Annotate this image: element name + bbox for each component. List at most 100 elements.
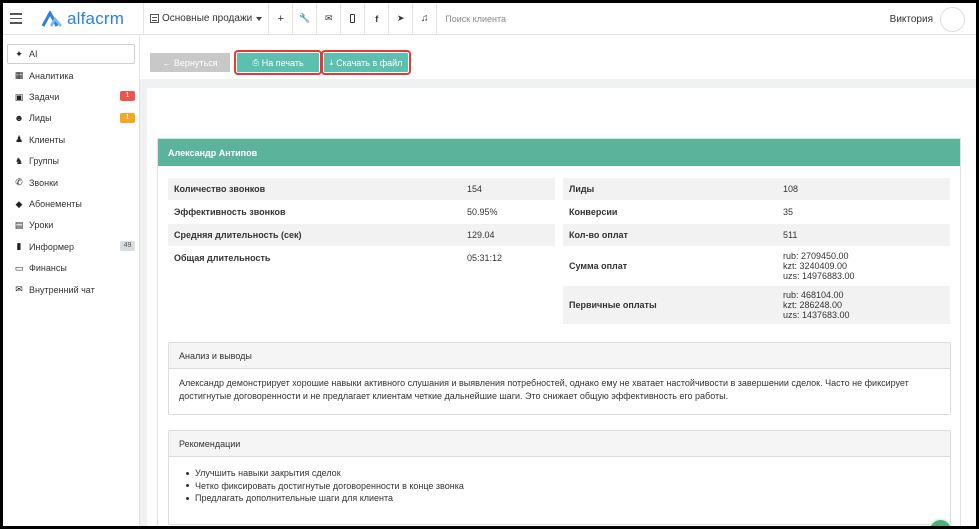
add-icon[interactable]: +	[268, 3, 292, 35]
sidebar-item-label: AI	[29, 49, 38, 59]
sparkle-icon: ✦	[15, 48, 23, 59]
clients-icon: ♟	[14, 134, 24, 145]
panel-title: Рекомендации	[169, 431, 950, 457]
table-row: Количество звонков 154	[168, 178, 555, 201]
stat-value: 108	[783, 184, 799, 194]
stat-label: Кол-во оплат	[569, 230, 628, 240]
stat-label: Конверсии	[569, 207, 618, 217]
stat-value: 129.04	[467, 230, 495, 240]
stat-label: Количество звонков	[174, 184, 266, 194]
currency-line: uzs: 1437683.00	[783, 310, 850, 320]
currency-line: rub: 2709450.00	[783, 251, 849, 261]
tasks-icon: ▣	[14, 91, 24, 102]
table-row: Средняя длительность (сек) 129.04	[168, 224, 555, 247]
stat-label: Общая длительность	[174, 253, 271, 263]
calendar-icon: ▤	[14, 219, 24, 230]
groups-icon: ♞	[14, 155, 24, 166]
employee-report-card: Александр Антипов Количество звонков 154…	[157, 138, 961, 526]
left-gutter	[140, 88, 147, 526]
branch-label: Основные продажи	[162, 13, 253, 24]
tasks-badge: 1	[120, 91, 135, 102]
sidebar-item-label: Уроки	[29, 220, 54, 231]
table-row: Общая длительность 05:31:12	[168, 247, 555, 270]
stat-value: 50.95%	[467, 207, 498, 217]
logo-text: alfacrm	[67, 8, 125, 28]
sidebar-item-label: Задачи	[29, 92, 60, 103]
facebook-icon[interactable]: f	[364, 3, 388, 35]
print-button[interactable]: ⎙ На печать	[234, 50, 322, 75]
stat-value: 511	[783, 230, 798, 240]
table-row: Лиды 108	[563, 178, 950, 201]
sidebar-item-label: Звонки	[29, 177, 59, 188]
stat-label: Эффективность звонков	[174, 207, 286, 217]
download-button[interactable]: ⤓ Скачать в файл	[321, 50, 411, 75]
list-item: Четко фиксировать достигнутые договоренн…	[186, 480, 940, 493]
analysis-panel: Анализ и выводы Александр демонстрирует …	[168, 342, 951, 415]
stat-label: Средняя длительность (сек)	[174, 230, 302, 240]
stat-label: Первичные оплаты	[569, 300, 657, 310]
user-name: Виктория	[889, 13, 933, 25]
search-input[interactable]	[436, 3, 737, 34]
logo-icon	[41, 10, 62, 27]
telegram-icon[interactable]: ➤	[388, 3, 412, 35]
currency-line: kzt: 286248.00	[783, 300, 843, 310]
sidebar-item-label: Информер	[29, 241, 75, 252]
printer-icon: ⎙	[252, 57, 259, 67]
sidebar-item-label: Группы	[29, 156, 59, 167]
stat-value: 35	[783, 207, 794, 217]
informer-icon: ▮	[16, 241, 22, 252]
sidebar-item-finance[interactable]: ▭ Финансы	[3, 258, 139, 279]
analytics-icon: ▦	[14, 70, 24, 81]
mail-icon[interactable]: ✉	[316, 3, 340, 35]
sidebar-item-ai[interactable]: ✦ AI	[7, 44, 135, 64]
sidebar-item-label: Лиды	[29, 113, 52, 124]
list-item: Предлагать дополнительные шаги для клиен…	[186, 492, 940, 505]
sidebar-item-label: Внутренний чат	[29, 284, 95, 295]
sidebar: ✦ AI ▦ Аналитика ▣ Задачи 1 ☻ Лиды 1 ♟ К…	[3, 35, 140, 526]
sidebar-item-internal-chat[interactable]: ✉ Внутренний чат	[3, 279, 139, 300]
stat-value: 05:31:12	[467, 253, 503, 263]
divider-bar	[140, 79, 976, 88]
bell-icon[interactable]: ♫	[412, 3, 436, 35]
analysis-text: Александр демонстрирует хорошие навыки а…	[179, 378, 909, 401]
download-icon: ⤓	[329, 57, 334, 67]
logo[interactable]: alfacrm	[41, 9, 129, 29]
card-title: Александр Антипов	[158, 139, 960, 166]
sidebar-item-label: Финансы	[29, 263, 67, 274]
sidebar-item-leads[interactable]: ☻ Лиды 1	[3, 108, 139, 129]
mobile-icon[interactable]	[340, 3, 364, 35]
panel-title: Анализ и выводы	[169, 343, 950, 369]
user-menu[interactable]: Виктория	[890, 3, 976, 35]
currency-line: kzt: 3240409.00	[783, 261, 848, 271]
stat-value: 154	[467, 184, 483, 194]
informer-badge: 49	[120, 241, 135, 252]
call-stats: Количество звонков 154 Эффективность зво…	[168, 178, 555, 270]
sidebar-item-clients[interactable]: ♟ Клиенты	[3, 129, 139, 150]
sidebar-item-analytics[interactable]: ▦ Аналитика	[3, 65, 139, 86]
sidebar-item-informer[interactable]: ▮ Информер 49	[3, 236, 139, 257]
stat-value: rub: 468104.00 kzt: 286248.00 uzs: 14376…	[777, 286, 950, 324]
wrench-icon[interactable]: 🔧	[292, 3, 316, 35]
branch-selector[interactable]: Основные продажи	[144, 3, 268, 35]
phone-icon: ✆	[15, 177, 23, 188]
sidebar-item-label: Аналитика	[29, 70, 74, 81]
menu-icon[interactable]	[3, 3, 29, 35]
sidebar-item-subscriptions[interactable]: ◆ Абонементы	[3, 193, 139, 214]
action-toolbar: ← Вернуться ⎙ На печать ⤓ Скачать в файл	[140, 44, 976, 80]
stat-label: Лиды	[569, 184, 595, 194]
table-row: Кол-во оплат 511	[563, 224, 950, 247]
table-row: Сумма оплат rub: 2709450.00 kzt: 3240409…	[563, 247, 950, 286]
sidebar-item-groups[interactable]: ♞ Группы	[3, 151, 139, 172]
sidebar-item-tasks[interactable]: ▣ Задачи 1	[3, 86, 139, 107]
sidebar-item-lessons[interactable]: ▤ Уроки	[3, 215, 139, 236]
table-row: Первичные оплаты rub: 468104.00 kzt: 286…	[563, 286, 950, 325]
currency-line: uzs: 14976883.00	[783, 271, 855, 281]
avatar[interactable]	[940, 6, 965, 32]
download-label: Скачать в файл	[336, 57, 403, 68]
back-button[interactable]: ← Вернуться	[150, 53, 230, 72]
sidebar-item-label: Абонементы	[29, 199, 82, 210]
print-label: На печать	[261, 57, 304, 68]
leads-badge: 1	[120, 112, 135, 123]
sidebar-item-calls[interactable]: ✆ Звонки	[3, 172, 139, 193]
recommendations-panel: Рекомендации Улучшить навыки закрытия сд…	[168, 430, 951, 525]
